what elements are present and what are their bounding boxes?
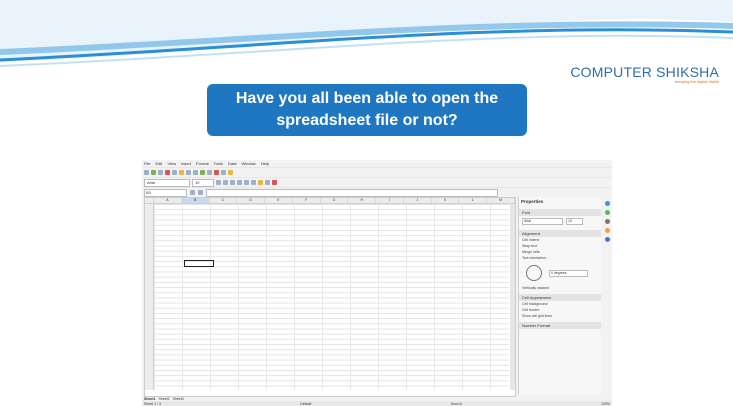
- column-header[interactable]: B: [181, 198, 210, 203]
- column-header[interactable]: J: [404, 198, 432, 203]
- active-cell-b3[interactable]: [184, 260, 214, 267]
- paste-icon[interactable]: [193, 170, 198, 175]
- status-bar: Sheet 1 / 3 Default Sum=0 100%: [142, 401, 612, 406]
- spreadsheet-window: File Edit View Insert Format Tools Data …: [142, 160, 612, 406]
- cell-area[interactable]: [154, 204, 509, 390]
- open-icon[interactable]: [151, 170, 156, 175]
- save-icon[interactable]: [158, 170, 163, 175]
- question-line-2: spreadsheet file or not?: [276, 112, 458, 129]
- column-header[interactable]: H: [348, 198, 377, 203]
- align-left-icon[interactable]: [237, 180, 242, 185]
- sort-icon[interactable]: [214, 170, 219, 175]
- name-box[interactable]: B3: [144, 188, 187, 197]
- print-icon[interactable]: [172, 170, 177, 175]
- orientation-row: 0 degrees: [519, 261, 601, 285]
- sidebar-deck: [602, 197, 612, 281]
- sidebar-section-character[interactable]: Font: [519, 209, 601, 216]
- formula-input[interactable]: [206, 188, 498, 197]
- properties-icon[interactable]: [604, 201, 610, 206]
- menu-insert[interactable]: Insert: [181, 161, 191, 166]
- sheet-tab-3[interactable]: Sheet3: [173, 397, 184, 401]
- sidebar-font-row: Arial 10: [519, 216, 601, 227]
- column-header[interactable]: L: [459, 198, 488, 203]
- standard-toolbar: [142, 167, 612, 177]
- menu-file[interactable]: File: [144, 161, 150, 166]
- menu-bar: File Edit View Insert Format Tools Data …: [142, 160, 612, 167]
- font-name-box[interactable]: Arial: [144, 178, 190, 187]
- gallery-icon[interactable]: [604, 219, 610, 224]
- copy-icon[interactable]: [186, 170, 191, 175]
- percent-icon[interactable]: [265, 180, 270, 185]
- menu-edit[interactable]: Edit: [155, 161, 162, 166]
- menu-window[interactable]: Window: [241, 161, 255, 166]
- undo-icon[interactable]: [200, 170, 205, 175]
- new-icon[interactable]: [144, 170, 149, 175]
- spreadsheet-grid[interactable]: A B C D E F G H I J K L M: [144, 197, 516, 397]
- formula-bar: B3: [142, 187, 612, 197]
- sidebar-section-alignment[interactable]: Alignment: [519, 230, 601, 237]
- function-wizard-icon[interactable]: [190, 190, 195, 195]
- column-header[interactable]: M: [487, 198, 515, 203]
- menu-help[interactable]: Help: [261, 161, 269, 166]
- sidebar-section-number-format[interactable]: Number Format: [519, 322, 601, 329]
- styles-icon[interactable]: [604, 210, 610, 215]
- menu-format[interactable]: Format: [196, 161, 209, 166]
- find-icon[interactable]: [228, 170, 233, 175]
- formatting-toolbar: Arial 10: [142, 177, 612, 187]
- currency-icon[interactable]: [258, 180, 263, 185]
- column-header[interactable]: I: [376, 198, 404, 203]
- export-pdf-icon[interactable]: [165, 170, 170, 175]
- sidebar-section-cell-appearance[interactable]: Cell Appearance: [519, 294, 601, 301]
- font-size-box[interactable]: 10: [192, 178, 214, 187]
- redo-icon[interactable]: [207, 170, 212, 175]
- sum-icon[interactable]: [198, 190, 203, 195]
- vertical-scrollbar[interactable]: [510, 204, 515, 390]
- column-header[interactable]: F: [293, 198, 321, 203]
- menu-data[interactable]: Data: [228, 161, 236, 166]
- orientation-dial[interactable]: [526, 265, 542, 281]
- column-header[interactable]: D: [237, 198, 266, 203]
- row-headers[interactable]: [145, 204, 154, 390]
- menu-tools[interactable]: Tools: [214, 161, 223, 166]
- column-header[interactable]: A: [154, 198, 182, 203]
- column-header[interactable]: G: [321, 198, 349, 203]
- cut-icon[interactable]: [179, 170, 184, 175]
- align-center-icon[interactable]: [244, 180, 249, 185]
- chart-icon[interactable]: [221, 170, 226, 175]
- underline-icon[interactable]: [230, 180, 235, 185]
- sidebar-title: Properties: [521, 199, 544, 204]
- logo-name: COMPUTER SHIKSHA: [570, 64, 719, 80]
- select-all-corner[interactable]: [145, 198, 154, 203]
- vertically-stacked-checkbox[interactable]: Vertically stacked: [519, 285, 601, 291]
- align-right-icon[interactable]: [251, 180, 256, 185]
- italic-icon[interactable]: [223, 180, 228, 185]
- menu-view[interactable]: View: [167, 161, 176, 166]
- column-header[interactable]: E: [265, 198, 293, 203]
- question-line-1: Have you all been able to open the: [235, 90, 499, 107]
- question-box: Have you all been able to open the sprea…: [207, 84, 527, 136]
- navigator-icon[interactable]: [604, 228, 610, 233]
- computer-shiksha-logo: COMPUTER SHIKSHA bridging the digital di…: [570, 64, 719, 84]
- column-header[interactable]: C: [210, 198, 238, 203]
- bold-icon[interactable]: [216, 180, 221, 185]
- sheet-tab-2[interactable]: Sheet2: [158, 397, 169, 401]
- font-name-value: Arial: [147, 180, 156, 185]
- sidebar-font-box[interactable]: Arial: [522, 218, 563, 225]
- show-grid-checkbox[interactable]: Show cell grid lines: [519, 313, 601, 319]
- functions-icon[interactable]: [604, 237, 610, 242]
- font-color-icon[interactable]: [272, 180, 277, 185]
- degrees-box[interactable]: 0 degrees: [549, 269, 588, 277]
- sheet-tab-1[interactable]: Sheet1: [144, 397, 155, 401]
- sidebar-size-box[interactable]: 10: [566, 218, 583, 225]
- properties-sidebar: Properties Font Arial 10 Alignment Cell …: [518, 197, 601, 395]
- font-size-value: 10: [195, 180, 200, 185]
- column-header[interactable]: K: [432, 198, 460, 203]
